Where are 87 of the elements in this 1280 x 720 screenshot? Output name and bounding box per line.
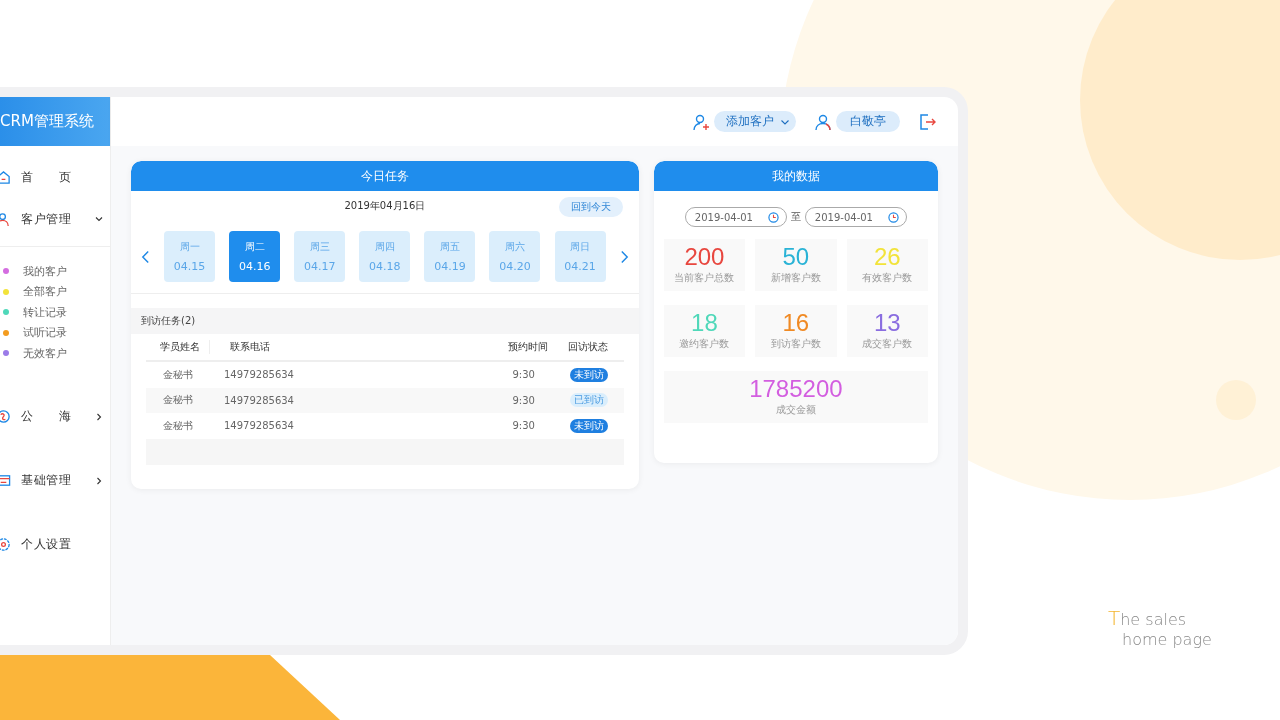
stat-value: 1785200 — [749, 377, 843, 401]
table-cell-text: 9:30 — [511, 369, 536, 381]
submenu-label: 试听记录 — [23, 325, 67, 341]
stat-label: 当前客户总数 — [674, 271, 735, 285]
sidebar-item[interactable]: 个人设置 — [0, 531, 110, 558]
sidebar-item[interactable]: 客户管理 — [0, 206, 110, 232]
sidebar-item[interactable]: 公 海 — [0, 403, 110, 430]
swirl-icon — [0, 409, 11, 424]
submenu-label: 我的客户 — [23, 263, 67, 279]
sidebar-item[interactable]: 首 页 — [0, 164, 110, 190]
menu-label: 基础管理 — [21, 472, 71, 489]
day-date: 04.17 — [304, 260, 336, 273]
menu-label: 首 页 — [21, 168, 71, 186]
home-icon — [0, 169, 11, 185]
user-name-button[interactable]: 白敬亭 — [836, 111, 900, 132]
submenu-label: 全部客户 — [23, 284, 67, 300]
day-date: 04.19 — [434, 260, 466, 273]
date-field[interactable]: 2019-04-01 — [684, 207, 787, 227]
panel-header: 今日任务 — [131, 161, 639, 191]
column-header: 学员姓名 — [146, 340, 210, 354]
stat-value: 50 — [782, 245, 810, 269]
column-header: 回访状态 — [566, 340, 609, 354]
sidebar-item[interactable]: 基础管理 — [0, 467, 110, 494]
stat-label: 成交金额 — [775, 403, 816, 417]
weekday-label: 周三 — [309, 240, 330, 254]
day-date: 04.20 — [499, 260, 531, 273]
date-field[interactable]: 2019-04-01 — [804, 207, 907, 227]
submenu-item[interactable]: 试听记录 — [0, 322, 110, 343]
logout-icon[interactable] — [918, 112, 936, 131]
submenu-item[interactable]: 无效客户 — [0, 343, 110, 364]
user-icon — [814, 112, 832, 131]
stat-label: 到访客户数 — [770, 337, 821, 351]
table-cell-text: 14979285634 — [223, 420, 295, 432]
app-title: CRM管理系统 — [0, 97, 110, 146]
weekday-label: 周一 — [179, 240, 200, 254]
stat-label: 成交客户数 — [862, 337, 913, 351]
today-button[interactable]: 回到今天 — [558, 197, 623, 217]
submenu-item[interactable]: 转让记录 — [0, 302, 110, 323]
stat-value: 26 — [873, 245, 901, 269]
status-badge: 未到访 — [569, 367, 608, 382]
status-badge: 未到访 — [569, 418, 608, 433]
range-separator: 至 — [790, 210, 801, 224]
status-badge: 已到访 — [569, 393, 608, 408]
weekday-label: 周六 — [504, 240, 525, 254]
day-tab[interactable]: 周二 04.16 — [229, 231, 281, 282]
section-title: 到访任务(2) — [131, 308, 639, 334]
add-user-icon[interactable] — [692, 112, 710, 131]
people-icon — [0, 211, 11, 227]
panel-header: 我的数据 — [653, 161, 938, 191]
day-date: 04.16 — [238, 260, 271, 273]
submenu-item[interactable]: 我的客户 — [0, 261, 110, 282]
menu-label: 个人设置 — [21, 536, 71, 553]
clock-icon — [887, 211, 899, 223]
menu-label: 客户管理 — [21, 210, 71, 228]
weekday-label: 周二 — [244, 240, 265, 254]
weekday-label: 周四 — [374, 240, 395, 254]
day-date: 04.21 — [564, 260, 596, 273]
table-cell-text: 14979285634 — [223, 369, 295, 381]
table-cell-text: 14979285634 — [223, 394, 295, 406]
clock-icon — [767, 211, 779, 223]
stat-value: 18 — [691, 311, 718, 335]
submenu-label: 无效客户 — [23, 345, 67, 361]
day-date: 04.18 — [369, 260, 401, 273]
stat-value: 200 — [684, 245, 725, 269]
current-date: 2019年04月16日 — [344, 199, 426, 213]
column-header: 预约时间 — [506, 340, 549, 354]
day-date: 04.15 — [173, 260, 206, 273]
card-icon — [0, 473, 11, 488]
table-cell-text: 金秘书 — [162, 418, 194, 433]
stat-label: 邀约客户数 — [679, 337, 730, 351]
menu-label: 公 海 — [21, 408, 71, 425]
column-header: 联系电话 — [229, 340, 271, 354]
table-cell-text: 9:30 — [511, 420, 536, 432]
add-customer-button[interactable]: 添加客户 — [714, 111, 796, 132]
weekday-label: 周日 — [570, 240, 591, 254]
stat-label: 有效客户数 — [862, 271, 913, 285]
stat-value: 16 — [782, 311, 810, 335]
settings-icon — [0, 537, 11, 552]
stat-label: 新增客户数 — [770, 271, 821, 285]
table-cell-text: 金秘书 — [162, 367, 194, 382]
table-cell-text: 9:30 — [511, 394, 536, 406]
stat-value: 13 — [873, 311, 901, 335]
submenu-label: 转让记录 — [23, 304, 67, 320]
table-cell-text: 金秘书 — [162, 393, 194, 408]
submenu-item[interactable]: 全部客户 — [0, 281, 110, 302]
tagline: The sales home page — [1108, 606, 1212, 649]
weekday-label: 周五 — [439, 240, 460, 254]
